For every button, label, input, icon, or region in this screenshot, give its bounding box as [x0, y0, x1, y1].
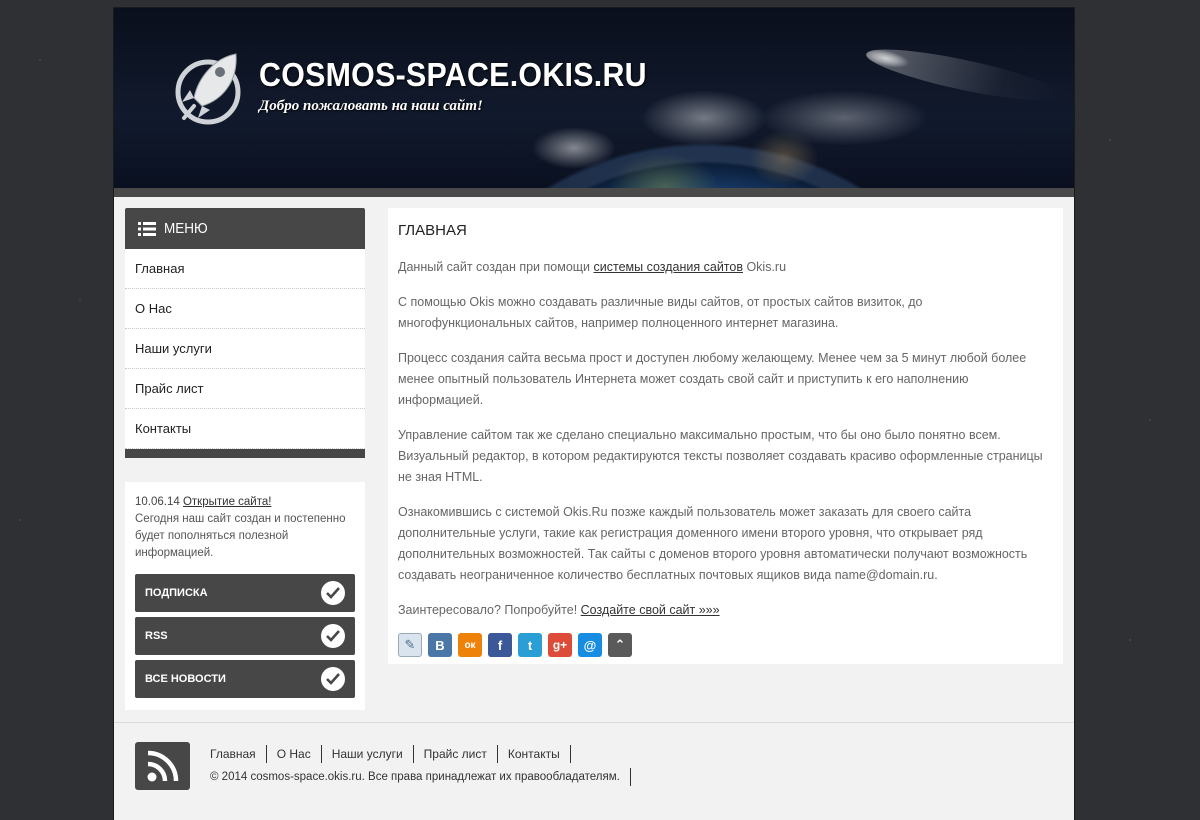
- rss-feed-button[interactable]: [135, 742, 190, 790]
- rss-button[interactable]: RSS: [135, 617, 355, 655]
- news-text: Сегодня наш сайт создан и постепенно буд…: [135, 513, 346, 559]
- content-paragraph-6: Заинтересовало? Попробуйте! Создайте сво…: [398, 600, 1053, 621]
- comet-image: [863, 39, 1065, 111]
- footer-divider: [114, 722, 1074, 723]
- copyright-text: © 2014 cosmos-space.okis.ru. Все права п…: [210, 768, 631, 786]
- all-news-button[interactable]: ВСЕ НОВОСТИ: [135, 660, 355, 698]
- share-buttons: ✎ Вок f t g+ @ ⌃: [398, 633, 1053, 657]
- menu-item-home[interactable]: Главная: [125, 249, 365, 289]
- all-news-label: ВСЕ НОВОСТИ: [145, 673, 226, 685]
- mailru-icon[interactable]: @: [578, 633, 602, 657]
- p1-text: Данный сайт создан при помощи: [398, 260, 594, 274]
- news-item: 10.06.14 Открытие сайта! Сегодня наш сай…: [135, 494, 355, 562]
- site-slogan: Добро пожаловать на наш сайт!: [259, 98, 483, 114]
- list-icon: [138, 221, 156, 236]
- content-paragraph-3: Процесс создания сайта весьма прост и до…: [398, 351, 1027, 407]
- site-builder-link[interactable]: системы создания сайтов: [594, 260, 743, 274]
- content-paragraph-4: Управление сайтом так же сделано специал…: [398, 428, 1043, 484]
- check-icon: [321, 624, 345, 648]
- p6-text: Заинтересовало? Попробуйте!: [398, 603, 581, 617]
- footer-link-pricelist[interactable]: Прайс лист: [414, 745, 498, 763]
- header-divider: [114, 188, 1074, 197]
- footer-link-contacts[interactable]: Контакты: [498, 745, 571, 763]
- twitter-icon[interactable]: t: [518, 633, 542, 657]
- content-paragraph-1: Данный сайт создан при помощи системы со…: [398, 257, 1053, 278]
- news-link[interactable]: Открытие сайта!: [183, 496, 272, 508]
- footer-link-services[interactable]: Наши услуги: [322, 745, 414, 763]
- news-box: 10.06.14 Открытие сайта! Сегодня наш сай…: [125, 482, 365, 710]
- rss-icon: [147, 750, 178, 782]
- facebook-icon[interactable]: f: [488, 633, 512, 657]
- page: COSMOS-SPACE.OKIS.RU Добро пожаловать на…: [113, 7, 1075, 820]
- more-share-icon[interactable]: ⌃: [608, 633, 632, 657]
- footer-nav: Главная О Нас Наши услуги Прайс лист Кон…: [210, 745, 571, 763]
- google-plus-icon[interactable]: g+: [548, 633, 572, 657]
- menu-header: МЕНЮ: [125, 208, 365, 249]
- sidebar-menu: МЕНЮ Главная О Нас Наши услуги Прайс лис…: [125, 208, 365, 458]
- menu-title: МЕНЮ: [164, 220, 208, 237]
- news-date: 10.06.14: [135, 496, 180, 508]
- footer-link-about[interactable]: О Нас: [267, 745, 322, 763]
- check-icon: [321, 581, 345, 605]
- menu-item-services[interactable]: Наши услуги: [125, 329, 365, 369]
- header-banner: COSMOS-SPACE.OKIS.RU Добро пожаловать на…: [114, 8, 1074, 188]
- check-icon: [321, 667, 345, 691]
- menu-item-pricelist[interactable]: Прайс лист: [125, 369, 365, 409]
- p1-text-end: Okis.ru: [742, 260, 787, 274]
- content-paragraph-5: Ознакомившись с системой Okis.Ru позже к…: [398, 505, 1028, 582]
- footer-link-home[interactable]: Главная: [210, 745, 267, 763]
- rss-label: RSS: [145, 630, 168, 642]
- odnoklassniki-icon[interactable]: ок: [458, 633, 482, 657]
- site-title[interactable]: COSMOS-SPACE.OKIS.RU: [259, 56, 647, 94]
- main-content: ГЛАВНАЯ Данный сайт создан при помощи си…: [388, 208, 1063, 664]
- menu-footer-bar: [125, 449, 365, 458]
- rocket-logo-icon[interactable]: [174, 48, 244, 128]
- livejournal-icon[interactable]: ✎: [398, 633, 422, 657]
- menu-item-about[interactable]: О Нас: [125, 289, 365, 329]
- create-site-link[interactable]: Создайте свой сайт »»»: [581, 603, 720, 617]
- subscribe-button[interactable]: ПОДПИСКА: [135, 574, 355, 612]
- vk-icon[interactable]: В: [428, 633, 452, 657]
- content-paragraph-2: С помощью Okis можно создавать различные…: [398, 295, 923, 330]
- subscribe-label: ПОДПИСКА: [145, 587, 208, 599]
- menu-item-contacts[interactable]: Контакты: [125, 409, 365, 449]
- page-heading: ГЛАВНАЯ: [398, 222, 467, 239]
